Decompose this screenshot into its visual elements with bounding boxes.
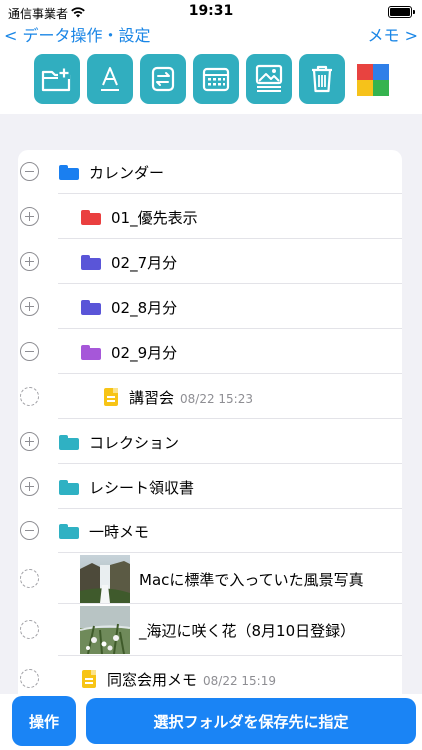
operation-button[interactable]: 操作: [12, 696, 76, 746]
text-format-icon: [98, 65, 122, 93]
list-item[interactable]: カレンダー: [18, 150, 402, 194]
folder-icon: [81, 255, 101, 270]
folder-icon: [59, 165, 79, 180]
memo-icon: [82, 670, 96, 688]
expand-icon[interactable]: [20, 477, 39, 496]
memo-label: Macに標準で入っていた風景写真: [139, 571, 364, 589]
calendar-button[interactable]: [193, 54, 239, 104]
folder-list: カレンダー 01_優先表示 02_7月分 02_8月分 02_9月分 講習会 0…: [18, 150, 402, 710]
expand-icon[interactable]: [20, 432, 39, 451]
folder-label: 一時メモ: [89, 523, 150, 541]
folder-label: レシート領収書: [89, 479, 195, 497]
folder-icon: [59, 435, 79, 450]
list-item[interactable]: _海辺に咲く花（8月10日登録）: [18, 604, 402, 656]
select-circle-icon[interactable]: [20, 387, 39, 406]
trash-icon: [309, 64, 335, 94]
battery-icon: [388, 6, 415, 18]
list-item[interactable]: レシート領収書: [18, 464, 402, 509]
status-bar: 通信事業者 19:31: [0, 0, 422, 22]
yellow-swatch: [357, 80, 373, 96]
new-folder-button[interactable]: [34, 54, 80, 104]
status-time: 19:31: [188, 3, 234, 19]
folder-label: カレンダー: [89, 164, 165, 182]
select-circle-icon[interactable]: [20, 569, 39, 588]
list-item[interactable]: コレクション: [18, 419, 402, 464]
folder-icon: [59, 480, 79, 495]
memo-icon: [104, 388, 118, 406]
list-item[interactable]: 02_8月分: [18, 284, 402, 329]
folder-icon: [59, 524, 79, 539]
memo-title: 講習会: [129, 389, 175, 407]
text-format-button[interactable]: [87, 54, 133, 104]
memo-timestamp: 08/22 15:19: [203, 674, 276, 688]
green-swatch: [373, 80, 389, 96]
expand-icon[interactable]: [20, 252, 39, 271]
folder-label: 02_9月分: [111, 344, 178, 362]
collapse-icon[interactable]: [20, 162, 39, 181]
list-item[interactable]: Macに標準で入っていた風景写真: [18, 553, 402, 604]
calendar-icon: [201, 65, 231, 93]
toolbar: [0, 44, 422, 114]
folder-label: コレクション: [89, 434, 180, 452]
expand-icon[interactable]: [20, 207, 39, 226]
color-picker-button[interactable]: [357, 64, 389, 96]
set-destination-button[interactable]: 選択フォルダを保存先に指定: [86, 698, 416, 744]
red-swatch: [357, 64, 373, 80]
collapse-icon[interactable]: [20, 342, 39, 361]
select-circle-icon[interactable]: [20, 669, 39, 688]
back-button[interactable]: < データ操作・設定: [4, 22, 151, 46]
blue-swatch: [373, 64, 389, 80]
list-item[interactable]: 02_9月分: [18, 329, 402, 374]
move-button[interactable]: [140, 54, 186, 104]
new-folder-icon: [41, 66, 73, 92]
memo-title: 同窓会用メモ: [107, 671, 198, 689]
list-item[interactable]: 講習会 08/22 15:23: [18, 374, 402, 419]
memo-timestamp: 08/22 15:23: [180, 392, 253, 406]
list-item[interactable]: 一時メモ: [18, 509, 402, 553]
select-circle-icon[interactable]: [20, 620, 39, 639]
folder-icon: [81, 300, 101, 315]
navigation-bar: < データ操作・設定 メモ >: [0, 20, 422, 46]
collapse-icon[interactable]: [20, 521, 39, 540]
list-item[interactable]: 02_7月分: [18, 239, 402, 284]
flower-photo-thumbnail: [80, 606, 130, 654]
move-icon: [149, 65, 177, 93]
image-button[interactable]: [246, 54, 292, 104]
memo-label: _海辺に咲く花（8月10日登録）: [139, 622, 356, 640]
folder-label: 02_8月分: [111, 299, 178, 317]
content-area: カレンダー 01_優先表示 02_7月分 02_8月分 02_9月分 講習会 0…: [0, 114, 422, 710]
bottom-bar: 操作 選択フォルダを保存先に指定: [0, 694, 422, 750]
list-item[interactable]: 01_優先表示: [18, 194, 402, 239]
folder-icon: [81, 345, 101, 360]
expand-icon[interactable]: [20, 297, 39, 316]
folder-icon: [81, 210, 101, 225]
folder-label: 01_優先表示: [111, 209, 198, 227]
memo-label: 講習会 08/22 15:23: [129, 387, 253, 408]
memo-button[interactable]: メモ >: [368, 22, 419, 46]
folder-label: 02_7月分: [111, 254, 178, 272]
delete-button[interactable]: [299, 54, 345, 104]
memo-label: 同窓会用メモ 08/22 15:19: [107, 669, 276, 690]
image-icon: [254, 64, 284, 94]
waterfall-photo-thumbnail: [80, 555, 130, 603]
